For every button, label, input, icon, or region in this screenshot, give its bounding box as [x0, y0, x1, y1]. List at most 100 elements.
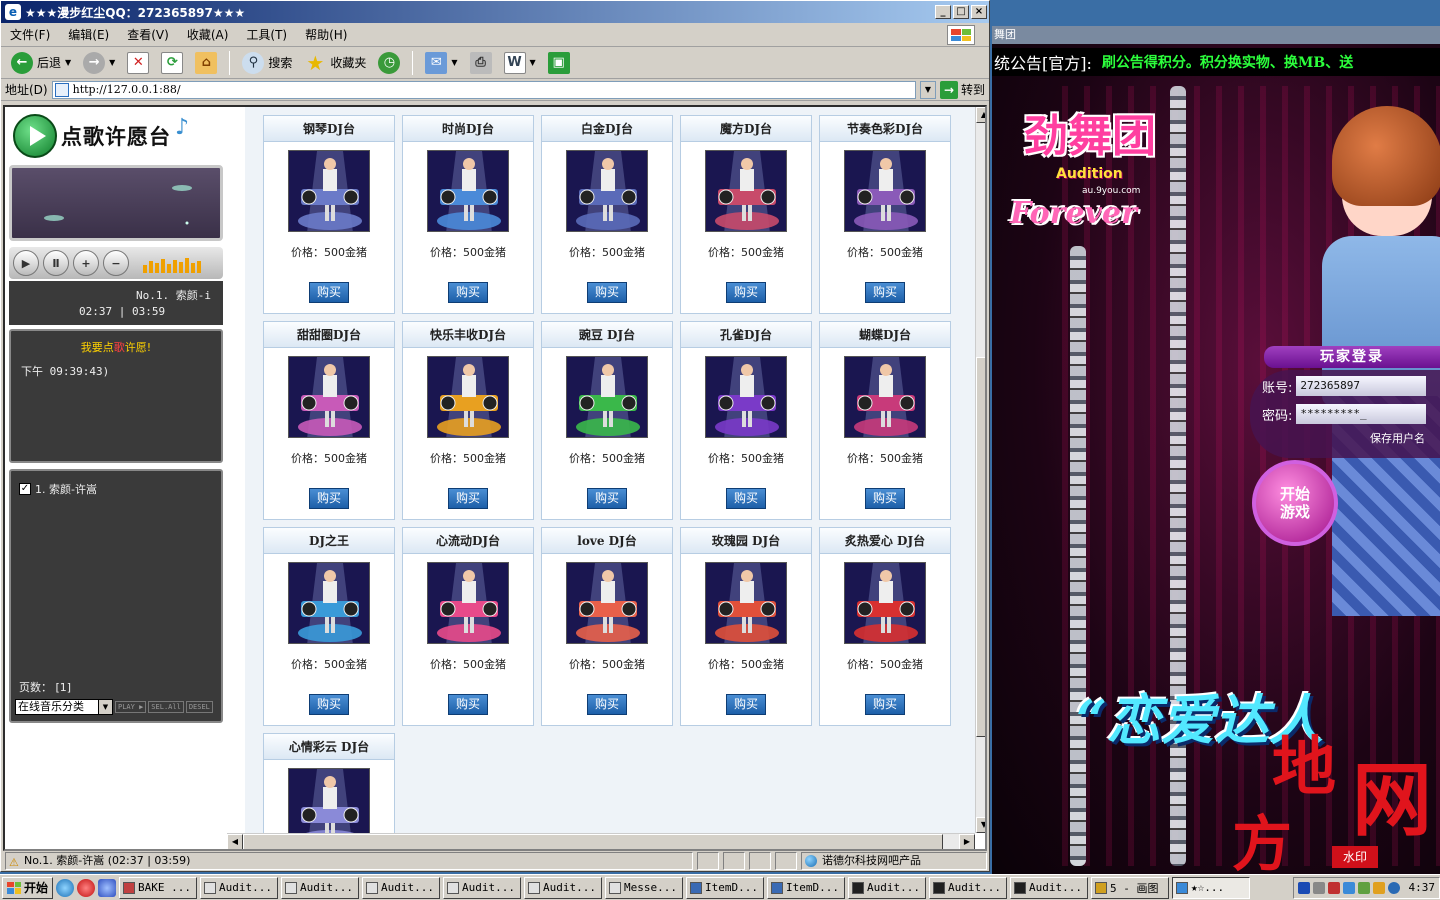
buy-button[interactable]: 购买	[865, 694, 905, 715]
print-button[interactable]: ⎙	[466, 50, 496, 76]
taskbar-button[interactable]: Messe...	[605, 876, 684, 899]
buy-button[interactable]: 购买	[726, 488, 766, 509]
vertical-scrollbar[interactable]: ▲ ▼	[975, 107, 985, 833]
account-input[interactable]: 272365897	[1296, 376, 1427, 396]
close-button[interactable]: ×	[971, 5, 987, 19]
password-input[interactable]: *********_	[1296, 404, 1427, 424]
product-image[interactable]	[705, 356, 787, 438]
taskbar-button[interactable]: ★☆...	[1172, 876, 1251, 899]
taskbar-button[interactable]: 5 - 画图	[1091, 876, 1170, 899]
address-dropdown-button[interactable]: ▼	[919, 80, 936, 99]
menu-tools[interactable]: 工具(T)	[237, 26, 296, 43]
taskbar-button[interactable]: Audit...	[443, 876, 522, 899]
product-image[interactable]	[566, 356, 648, 438]
volume-down-button[interactable]: −	[103, 250, 129, 276]
scroll-thumb[interactable]	[243, 834, 943, 849]
scroll-down-button[interactable]: ▼	[976, 817, 985, 833]
product-image[interactable]	[844, 562, 926, 644]
scroll-left-button[interactable]: ◀	[227, 834, 243, 849]
buy-button[interactable]: 购买	[865, 488, 905, 509]
pause-button[interactable]: Ⅱ	[43, 250, 69, 276]
edit-button[interactable]: W ▼	[500, 50, 540, 76]
buy-button[interactable]: 购买	[309, 694, 349, 715]
mail-button[interactable]: ✉ ▼	[421, 50, 461, 76]
scroll-up-button[interactable]: ▲	[976, 107, 985, 123]
category-select[interactable]: 在线音乐分类 ▼	[15, 699, 113, 715]
app-quicklaunch-icon[interactable]	[77, 878, 96, 897]
taskbar-button[interactable]: Audit...	[1010, 876, 1089, 899]
search-button[interactable]: ⚲ 搜索	[238, 50, 296, 76]
deselect-button[interactable]: DESEL	[185, 701, 213, 713]
menu-favorites[interactable]: 收藏(A)	[178, 26, 238, 43]
playlist-item[interactable]: ✓ 1. 索颜-许嵩	[19, 481, 221, 497]
scroll-thumb[interactable]	[976, 357, 985, 737]
product-image[interactable]	[705, 150, 787, 232]
buy-button[interactable]: 购买	[587, 694, 627, 715]
tray-icon[interactable]	[1372, 881, 1385, 894]
tray-icon[interactable]	[1312, 881, 1325, 894]
taskbar-button[interactable]: Audit...	[848, 876, 927, 899]
product-image[interactable]	[288, 768, 370, 833]
buy-button[interactable]: 购买	[865, 282, 905, 303]
forward-button[interactable]: → ▼	[79, 50, 119, 76]
product-image[interactable]	[288, 356, 370, 438]
menu-edit[interactable]: 编辑(E)	[59, 26, 118, 43]
product-image[interactable]	[427, 150, 509, 232]
desktop-quicklaunch-icon[interactable]	[98, 878, 117, 897]
messenger-button[interactable]: ▣	[544, 50, 574, 76]
taskbar-button[interactable]: Audit...	[524, 876, 603, 899]
taskbar-button[interactable]: Audit...	[362, 876, 441, 899]
start-button[interactable]: 开始	[2, 876, 54, 899]
game-titlebar[interactable]: 舞团	[992, 26, 1440, 44]
maximize-button[interactable]: □	[953, 5, 969, 19]
product-image[interactable]	[288, 150, 370, 232]
product-image[interactable]	[288, 562, 370, 644]
taskbar-button[interactable]: Audit...	[200, 876, 279, 899]
back-button[interactable]: ← 后退 ▼	[7, 50, 75, 76]
product-image[interactable]	[566, 150, 648, 232]
select-all-button[interactable]: SEL.All	[148, 701, 184, 713]
favorites-button[interactable]: ★ 收藏夹	[300, 50, 370, 76]
tray-icon[interactable]	[1342, 881, 1355, 894]
go-button[interactable]: → 转到	[939, 80, 985, 99]
scroll-right-button[interactable]: ▶	[959, 834, 975, 849]
minimize-button[interactable]: _	[935, 5, 951, 19]
menu-view[interactable]: 查看(V)	[118, 26, 178, 43]
tray-icon[interactable]	[1387, 881, 1400, 894]
horizontal-scrollbar[interactable]: ◀ ▶	[227, 833, 975, 849]
product-image[interactable]	[427, 562, 509, 644]
tray-icon[interactable]	[1327, 881, 1340, 894]
volume-up-button[interactable]: +	[73, 250, 99, 276]
product-image[interactable]	[844, 356, 926, 438]
taskbar-button[interactable]: BAKE ...	[119, 876, 198, 899]
taskbar-button[interactable]: Audit...	[929, 876, 1008, 899]
checkbox[interactable]: ✓	[19, 483, 31, 495]
menu-help[interactable]: 帮助(H)	[296, 26, 356, 43]
buy-button[interactable]: 购买	[448, 282, 488, 303]
home-button[interactable]: ⌂	[191, 50, 221, 76]
taskbar-button[interactable]: ItemD...	[767, 876, 846, 899]
tray-icon[interactable]	[1357, 881, 1370, 894]
stop-button[interactable]: ✕	[123, 50, 153, 76]
buy-button[interactable]: 购买	[309, 282, 349, 303]
buy-button[interactable]: 购买	[309, 488, 349, 509]
taskbar-button[interactable]: Audit...	[281, 876, 360, 899]
play-button[interactable]: ▶	[13, 250, 39, 276]
ie-quicklaunch-icon[interactable]	[56, 878, 75, 897]
buy-button[interactable]: 购买	[448, 694, 488, 715]
buy-button[interactable]: 购买	[587, 282, 627, 303]
buy-button[interactable]: 购买	[587, 488, 627, 509]
refresh-button[interactable]: ⟳	[157, 50, 187, 76]
buy-button[interactable]: 购买	[448, 488, 488, 509]
browser-titlebar[interactable]: e ★★★漫步红尘QQ：272365897★★★ _ □ ×	[1, 1, 989, 23]
play-selected-button[interactable]: PLAY ▶	[115, 701, 147, 713]
product-image[interactable]	[705, 562, 787, 644]
save-username-checkbox[interactable]: 保存用户名	[1370, 430, 1425, 446]
product-image[interactable]	[844, 150, 926, 232]
product-image[interactable]	[427, 356, 509, 438]
buy-button[interactable]: 购买	[726, 694, 766, 715]
tray-icon[interactable]	[1297, 881, 1310, 894]
menu-file[interactable]: 文件(F)	[1, 26, 59, 43]
product-image[interactable]	[566, 562, 648, 644]
taskbar-button[interactable]: ItemD...	[686, 876, 765, 899]
